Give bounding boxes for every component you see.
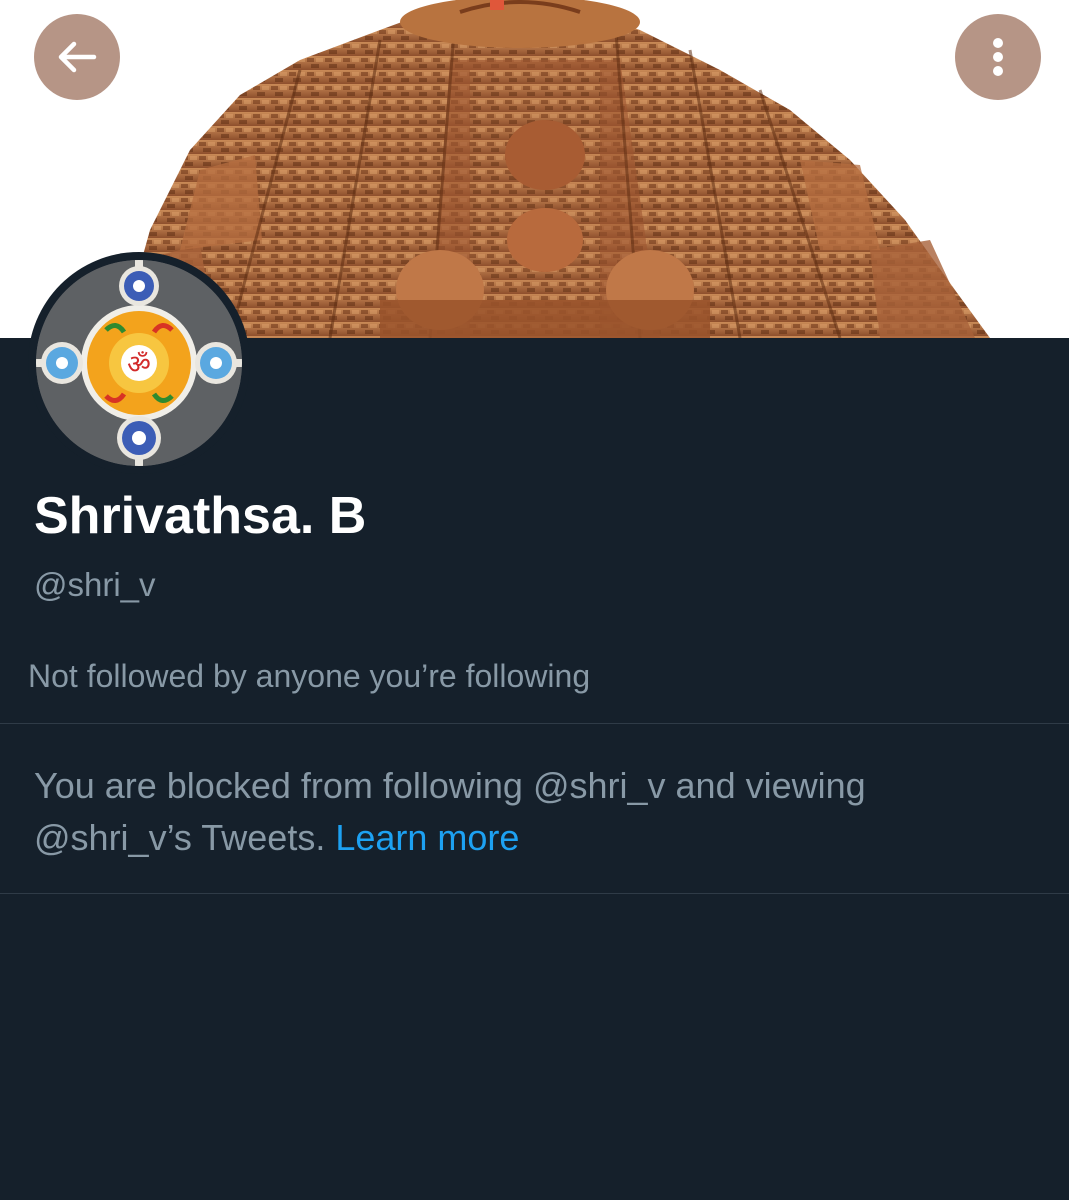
display-name: Shrivathsa. B — [34, 487, 367, 545]
avatar-image: ॐ — [36, 260, 242, 466]
arrow-left-icon — [58, 41, 97, 73]
divider — [0, 723, 1069, 724]
blocked-notice-line-2: @shri_v’s Tweets. — [34, 817, 326, 858]
profile-avatar[interactable]: ॐ — [28, 252, 250, 474]
more-vertical-icon — [993, 38, 1003, 76]
rangoli-image: ॐ — [36, 260, 242, 466]
learn-more-link[interactable]: Learn more — [335, 817, 519, 858]
divider — [0, 893, 1069, 894]
om-glyph: ॐ — [127, 350, 151, 380]
blocked-notice: You are blocked from following @shri_v a… — [34, 760, 1034, 864]
blocked-notice-line-1: You are blocked from following @shri_v a… — [34, 765, 866, 806]
followers-you-know-note: Not followed by anyone you’re following — [28, 658, 591, 694]
more-options-button[interactable] — [955, 14, 1041, 100]
user-handle: @shri_v — [34, 566, 156, 603]
back-button[interactable] — [34, 14, 120, 100]
